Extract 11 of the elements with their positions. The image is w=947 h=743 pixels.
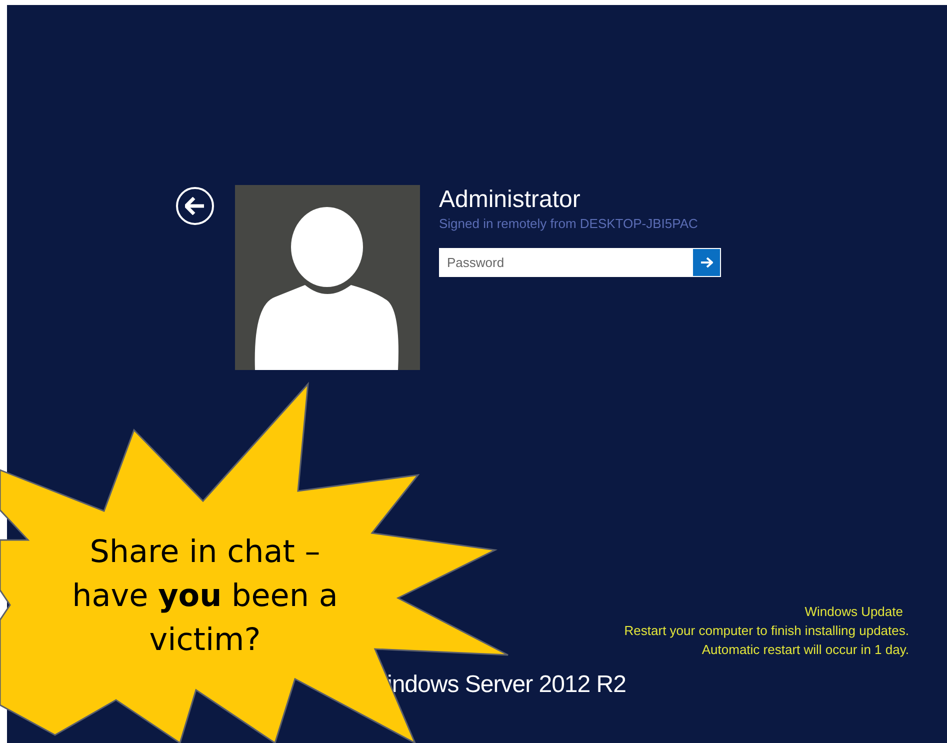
callout-text: Share in chat – have you been a victim? [71, 533, 339, 660]
update-message: Restart your computer to finish installing updates. [624, 622, 909, 640]
user-name: Administrator [439, 185, 582, 215]
arrow-right-icon [700, 257, 712, 268]
back-button[interactable] [176, 187, 214, 225]
arrow-left-icon [185, 197, 205, 215]
submit-button[interactable] [692, 248, 721, 277]
update-message: Automatic restart will occur in 1 day. [702, 641, 909, 659]
remote-session-info: Signed in remotely from DESKTOP-JBI5PAC [439, 216, 699, 231]
password-field[interactable]: Password [439, 248, 692, 277]
update-title: Windows Update [804, 603, 904, 621]
